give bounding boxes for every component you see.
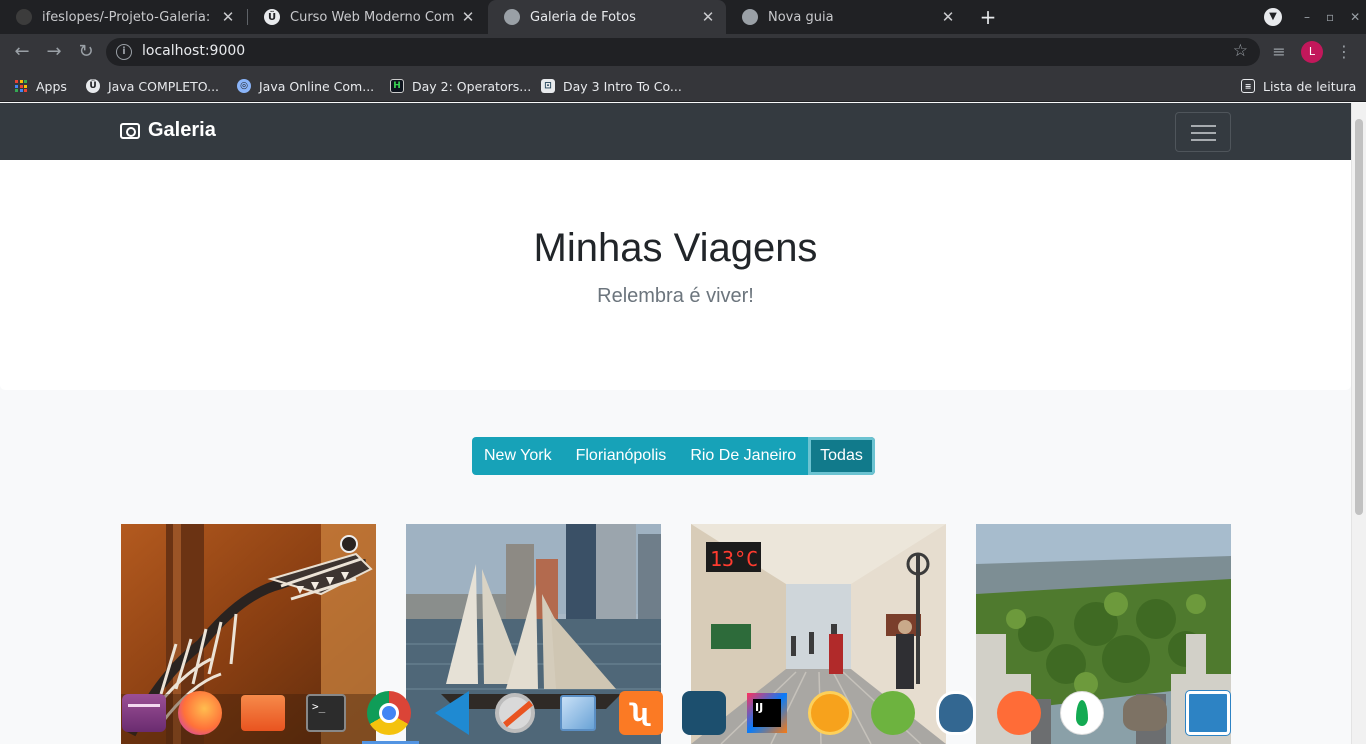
mysql-workbench-icon[interactable] [680,689,728,737]
postman-icon[interactable] [995,689,1043,737]
tab-search-icon[interactable]: ▼ [1264,8,1282,26]
gimp-icon[interactable] [1121,689,1169,737]
scrollbar-thumb[interactable] [1355,119,1363,515]
hero-jumbotron: Minhas Viagens Relembra é viver! [0,160,1351,390]
java-course-icon: ◎ [237,79,251,93]
chrome-icon [742,9,758,25]
restore-icon[interactable]: ▫ [1326,10,1334,24]
bookmark-java-completo[interactable]: Ü Java COMPLETO... [86,77,219,95]
bookmark-day2[interactable]: H Day 2: Operators... [390,77,531,95]
forward-arrow-icon[interactable]: → [42,40,66,64]
close-icon[interactable]: ✕ [940,8,956,26]
tab-title: Curso Web Moderno Complet [290,9,454,25]
info-icon[interactable]: i [116,44,132,60]
browser-toolbar: ← → ↻ i localhost:9000 ☆ ≡ L ⋮ [0,34,1366,70]
filter-todas-button[interactable]: Todas [808,437,875,475]
window-controls: ▼ – ▫ ✕ [1264,0,1360,34]
url-text: localhost:9000 [142,43,246,59]
bookmark-label: Day 2: Operators... [412,78,532,94]
filter-new-york-button[interactable]: New York [472,437,564,475]
app-center-icon[interactable] [120,689,168,737]
tab-github[interactable]: ifeslopes/-Projeto-Galeria: Pro ✕ [0,0,246,34]
reload-icon[interactable]: ↻ [74,40,98,64]
minimize-icon[interactable]: – [1304,10,1310,24]
bookmark-label: Day 3 Intro To Co... [563,78,682,94]
navbar-toggler-button[interactable] [1175,112,1231,152]
settings-tool-icon[interactable] [491,689,539,737]
site-navbar: Galeria [0,103,1351,160]
globe-icon [504,9,520,25]
firefox-icon[interactable] [176,689,224,737]
tab-title: Galeria de Fotos [530,9,636,25]
files-icon[interactable] [239,689,287,737]
profile-avatar[interactable]: L [1301,41,1323,63]
tab-title: Nova guia [768,9,834,25]
terminal-icon[interactable]: >_ [302,689,350,737]
filter-florianopolis-button[interactable]: Florianópolis [563,437,679,475]
bookmark-apps[interactable]: Apps [15,77,67,95]
navbar-brand[interactable]: Galeria [120,119,216,142]
system-monitor-icon[interactable] [1184,689,1232,737]
page-viewport: Galeria Minhas Viagens Relembra é viver!… [0,103,1351,744]
codecademy-icon: ⊡ [541,79,555,93]
mongodb-icon[interactable] [1058,689,1106,737]
tab-udemy[interactable]: Ü Curso Web Moderno Complet ✕ [248,0,486,34]
chrome-icon[interactable] [365,689,413,737]
desktop-dock: >_ ʯ IJ [114,686,1240,744]
touch-app-icon[interactable] [806,689,854,737]
camera-icon [120,122,140,139]
bookmark-label: Java COMPLETO... [108,78,220,94]
brand-label: Galeria [148,119,216,141]
filter-rio-de-janeiro-button[interactable]: Rio De Janeiro [678,437,809,475]
udemy-icon: Ü [86,79,100,93]
postgresql-icon[interactable] [932,689,980,737]
hamburger-menu-icon [1191,132,1216,134]
hamburger-menu-icon [1191,139,1216,141]
bookmark-star-icon[interactable]: ☆ [1233,41,1248,61]
close-icon[interactable]: ✕ [700,8,716,26]
tab-galeria[interactable]: Galeria de Fotos ✕ [488,0,726,34]
address-bar[interactable]: i localhost:9000 ☆ [106,38,1260,66]
tab-new[interactable]: Nova guia ✕ [726,0,966,34]
github-icon [16,9,32,25]
close-window-icon[interactable]: ✕ [1350,10,1360,24]
hamburger-menu-icon [1191,125,1216,127]
vscode-icon[interactable] [428,689,476,737]
hero-title: Minhas Viagens [533,226,818,270]
udemy-icon: Ü [264,9,280,25]
thermometer-display: 13°C [710,547,758,571]
reading-list-label: Lista de leitura [1263,78,1357,94]
media-control-icon[interactable]: ≡ [1267,40,1291,64]
xampp-icon[interactable]: ʯ [617,689,665,737]
reading-list-button[interactable]: ≡ Lista de leitura [1241,77,1356,95]
bookmark-day3[interactable]: ⊡ Day 3 Intro To Co... [541,77,682,95]
browser-tab-bar: ifeslopes/-Projeto-Galeria: Pro ✕ Ü Curs… [0,0,1366,34]
bookmarks-bar: Apps Ü Java COMPLETO... ◎ Java Online Co… [0,70,1366,102]
bookmark-java-online[interactable]: ◎ Java Online Com... [237,77,374,95]
hackerrank-icon: H [390,79,404,93]
close-icon[interactable]: ✕ [220,8,236,26]
apps-grid-icon [15,80,27,92]
hero-subtitle: Relembra é viver! [597,285,754,307]
bookmark-label: Apps [36,78,67,94]
city-filter-group: New York Florianópolis Rio De Janeiro To… [472,437,875,475]
tab-title: ifeslopes/-Projeto-Galeria: Pro [42,9,214,25]
spring-icon[interactable] [869,689,917,737]
new-tab-button[interactable]: + [976,5,1000,29]
intellij-icon[interactable]: IJ [743,689,791,737]
kebab-menu-icon[interactable]: ⋮ [1332,40,1356,64]
reading-list-icon: ≡ [1241,79,1255,93]
bookmark-label: Java Online Com... [259,78,375,94]
page-scrollbar[interactable] [1351,103,1366,744]
virtualbox-icon[interactable] [554,689,602,737]
back-arrow-icon[interactable]: ← [10,40,34,64]
close-icon[interactable]: ✕ [460,8,476,26]
